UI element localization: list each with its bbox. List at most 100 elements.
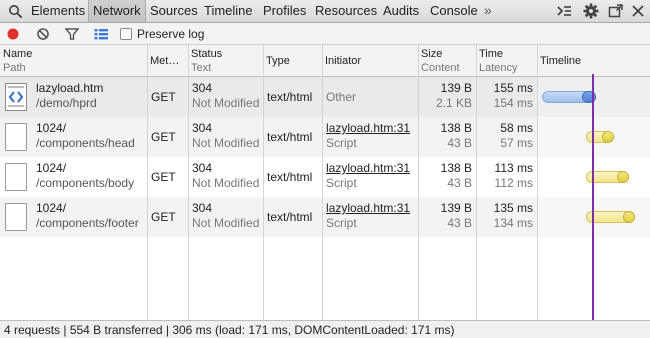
timeline-bar-receiving: [602, 131, 614, 143]
search-icon[interactable]: [8, 4, 23, 19]
request-size: 138 B: [440, 121, 472, 135]
request-content-size: 43 B: [447, 176, 472, 190]
request-latency: 154 ms: [493, 96, 533, 110]
request-method: GET: [151, 90, 176, 104]
request-latency: 112 ms: [494, 176, 533, 190]
column-text-label: Text: [191, 62, 212, 74]
gear-icon[interactable]: [583, 3, 599, 19]
request-size: 139 B: [440, 81, 472, 95]
request-time-cell: 113 ms 112 ms: [476, 157, 537, 197]
column-method[interactable]: Met…: [147, 45, 188, 77]
request-name-cell[interactable]: 1024/ /components/footer: [0, 197, 147, 237]
column-status-label: Status: [191, 48, 223, 60]
request-content-size: 43 B: [447, 216, 472, 230]
column-latency-label: Latency: [479, 62, 518, 74]
request-path: /components/head: [36, 136, 135, 150]
request-status: 304: [192, 201, 213, 215]
more-tabs-button[interactable]: »: [484, 0, 492, 22]
preserve-log-option[interactable]: Preserve log: [120, 26, 204, 42]
devtools-tab-bar: Elements Network Sources Timeline Profil…: [0, 0, 650, 23]
request-status-cell: 304 Not Modified: [188, 197, 263, 237]
grid-header: Name Path Met… Status Text Type Initiato…: [0, 45, 650, 77]
request-type: text/html: [267, 170, 313, 184]
request-name-cell[interactable]: lazyload.htm /demo/hprd: [0, 77, 147, 117]
column-time-label: Time: [479, 48, 504, 60]
request-path: /components/body: [36, 176, 135, 190]
request-time: 155 ms: [493, 81, 533, 95]
tab-console[interactable]: Console: [426, 0, 482, 22]
request-name: 1024/: [36, 161, 67, 175]
request-initiator-link[interactable]: lazyload.htm:31: [326, 161, 414, 176]
close-icon[interactable]: [630, 3, 646, 19]
column-timeline[interactable]: Timeline: [537, 45, 650, 77]
request-row[interactable]: lazyload.htm /demo/hprd GET 304 Not Modi…: [0, 77, 537, 117]
column-divider[interactable]: [476, 45, 477, 320]
timeline-bar-receiving: [617, 171, 629, 183]
html-file-icon: [5, 83, 27, 111]
request-method: GET: [151, 210, 176, 224]
request-initiator-type: Script: [326, 216, 357, 230]
record-icon[interactable]: [5, 26, 21, 42]
request-initiator-link[interactable]: lazyload.htm:31: [326, 201, 414, 216]
request-row[interactable]: 1024/ /components/head GET 304 Not Modif…: [0, 117, 537, 157]
preserve-log-checkbox[interactable]: [120, 28, 132, 40]
tab-profiles[interactable]: Profiles: [259, 0, 310, 22]
request-row[interactable]: 1024/ /components/footer GET 304 Not Mod…: [0, 197, 537, 237]
request-name-cell[interactable]: 1024/ /components/head: [0, 117, 147, 157]
request-path: /demo/hprd: [36, 96, 97, 110]
request-status-text: Not Modified: [192, 136, 260, 150]
column-divider[interactable]: [188, 45, 189, 320]
request-path: /components/footer: [36, 216, 139, 230]
request-method: GET: [151, 130, 176, 144]
tab-network[interactable]: Network: [88, 0, 146, 22]
tab-resources[interactable]: Resources: [311, 0, 381, 22]
filter-icon[interactable]: [64, 26, 80, 42]
tab-elements[interactable]: Elements: [27, 0, 89, 22]
request-name: 1024/: [36, 121, 67, 135]
column-initiator[interactable]: Initiator: [322, 45, 418, 77]
request-name: 1024/: [36, 201, 67, 215]
request-type: text/html: [267, 210, 313, 224]
blank-file-icon: [5, 123, 27, 151]
request-time-cell: 135 ms 134 ms: [476, 197, 537, 237]
dock-icon[interactable]: [608, 3, 624, 19]
request-status-text: Not Modified: [192, 216, 260, 230]
column-path-label: Path: [3, 62, 26, 74]
column-status[interactable]: Status Text: [188, 45, 263, 77]
column-divider[interactable]: [147, 45, 148, 320]
column-divider[interactable]: [322, 45, 323, 320]
tab-timeline[interactable]: Timeline: [200, 0, 257, 22]
column-divider[interactable]: [537, 45, 538, 320]
request-size: 139 B: [440, 201, 472, 215]
request-name-cell[interactable]: 1024/ /components/body: [0, 157, 147, 197]
request-name: lazyload.htm: [36, 81, 104, 95]
column-size[interactable]: Size Content: [418, 45, 476, 77]
tab-sources[interactable]: Sources: [146, 0, 202, 22]
request-status-cell: 304 Not Modified: [188, 77, 263, 117]
blank-file-icon: [5, 203, 27, 231]
request-status-cell: 304 Not Modified: [188, 117, 263, 157]
column-name[interactable]: Name Path: [0, 45, 147, 77]
blank-file-icon: [5, 163, 27, 191]
preserve-log-label: Preserve log: [137, 27, 205, 41]
tab-audits[interactable]: Audits: [379, 0, 423, 22]
request-row[interactable]: 1024/ /components/body GET 304 Not Modif…: [0, 157, 537, 197]
column-type[interactable]: Type: [263, 45, 322, 77]
request-time: 113 ms: [494, 161, 533, 175]
column-divider[interactable]: [263, 45, 264, 320]
console-drawer-icon[interactable]: [556, 3, 572, 19]
request-initiator-link[interactable]: lazyload.htm:31: [326, 121, 414, 136]
large-rows-icon[interactable]: [93, 26, 109, 42]
request-initiator-type: Script: [326, 136, 357, 150]
request-latency: 134 ms: [493, 216, 533, 230]
column-divider[interactable]: [418, 45, 419, 320]
column-time[interactable]: Time Latency: [476, 45, 537, 77]
request-initiator: Other: [326, 90, 357, 104]
clear-icon[interactable]: [35, 26, 51, 42]
timeline-bar-document[interactable]: [542, 91, 596, 103]
request-size-cell: 139 B 2.1 KB: [418, 77, 476, 117]
request-initiator-cell: lazyload.htm:31 Script: [322, 197, 418, 237]
request-time-cell: 155 ms 154 ms: [476, 77, 537, 117]
request-size: 138 B: [440, 161, 472, 175]
timeline-bar-script[interactable]: [586, 131, 614, 143]
